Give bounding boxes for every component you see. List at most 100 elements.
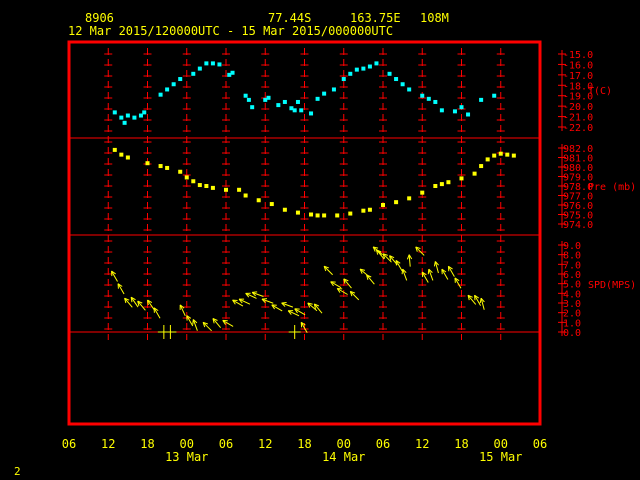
wind-arrow	[454, 277, 462, 289]
date-label: 14 Mar	[322, 450, 365, 464]
date-label: 13 Mar	[165, 450, 208, 464]
temperature-point	[204, 61, 209, 66]
pressure-series	[112, 147, 516, 218]
temperature-point	[191, 71, 196, 76]
temperature-point	[122, 120, 127, 125]
pressure-point	[184, 175, 189, 180]
temperature-tick-label: -21.0	[563, 113, 593, 124]
wind-arrow	[366, 274, 375, 285]
x-tick-label: 00	[180, 437, 194, 451]
wind-arrow	[330, 281, 342, 289]
elevation: 108M	[420, 11, 449, 25]
temperature-point	[407, 87, 412, 92]
temperature-axis-label: T(C)	[588, 86, 612, 97]
x-tick-label: 18	[454, 437, 468, 451]
wind-arrow	[212, 318, 222, 328]
temperature-point	[439, 108, 444, 113]
pressure-tick-label: 974.0	[563, 220, 593, 231]
pressure-point	[191, 179, 196, 184]
wind-arrow	[421, 271, 429, 283]
pressure-point	[367, 207, 372, 212]
temperature-point	[171, 82, 176, 87]
pressure-point	[112, 147, 117, 152]
x-tick-label: 12	[258, 437, 272, 451]
pressure-point	[446, 180, 451, 185]
temperature-point	[217, 62, 222, 67]
plot-frame	[67, 40, 542, 426]
pressure-point	[485, 157, 490, 162]
wind-arrow-head	[401, 269, 404, 275]
wind-arrow-head	[479, 298, 482, 304]
pressure-point	[439, 182, 444, 187]
x-tick-label: 06	[62, 437, 76, 451]
temperature-point	[165, 87, 170, 92]
pressure-point	[119, 152, 124, 157]
pressure-point	[145, 161, 150, 166]
pressure-point	[125, 155, 130, 160]
temperature-point	[348, 71, 353, 76]
pressure-point	[361, 208, 366, 213]
temperature-point	[492, 93, 497, 98]
wind-arrow	[336, 288, 348, 295]
temperature-point	[243, 93, 248, 98]
x-tick-label: 12	[415, 437, 429, 451]
wind-arrow	[427, 268, 434, 281]
wind-arrow	[415, 246, 425, 256]
pressure-point	[210, 185, 215, 190]
pressure-point	[479, 164, 484, 169]
pressure-point	[315, 213, 320, 218]
temperature-point	[479, 97, 484, 102]
wind-arrow-head	[427, 269, 430, 275]
temperature-point	[112, 110, 117, 115]
wind-arrow	[238, 298, 251, 305]
temperature-point	[354, 67, 359, 72]
pressure-point	[459, 176, 464, 181]
wind-arrow	[313, 303, 323, 314]
wind-arrow-head	[433, 261, 436, 267]
pressure-axis-label: Pre (mb)	[588, 182, 636, 193]
pressure-point	[237, 187, 242, 192]
pressure-point	[295, 210, 300, 215]
temperature-tick-label: -15.0	[563, 50, 593, 61]
temperature-point	[246, 97, 251, 102]
temperature-tick-label: -22.0	[563, 123, 593, 134]
wind-arrow	[147, 299, 155, 311]
wind-arrow-head	[192, 319, 194, 325]
temperature-point	[210, 61, 215, 66]
temperature-point	[322, 91, 327, 96]
x-tick-label: 00	[337, 437, 351, 451]
wind-arrow	[406, 254, 413, 267]
temperature-point	[295, 99, 300, 104]
wind-arrow	[300, 321, 308, 333]
temperature-point	[230, 70, 235, 75]
temperature-point	[132, 115, 137, 120]
x-tick-label: 18	[140, 437, 154, 451]
temperature-point	[315, 96, 320, 101]
temperature-tick-label: -17.0	[563, 71, 593, 82]
wind-arrow	[130, 296, 139, 308]
temperature-point	[426, 96, 431, 101]
x-axis: 06 12 18 00 06 12 18 00 06 12 18 00 06 13 Mar 14 Mar 15…	[62, 437, 547, 464]
temperature-point	[142, 110, 147, 115]
time-range: 12 Mar 2015/120000UTC - 15 Mar 2015/0000…	[68, 24, 394, 38]
pressure-point	[322, 213, 327, 218]
pressure-point	[269, 202, 274, 207]
wind-arrow	[447, 265, 455, 277]
pressure-point	[204, 184, 209, 188]
wind-arrow	[261, 298, 274, 304]
wind-arrow	[349, 290, 360, 301]
pressure-point	[394, 200, 399, 205]
x-tick-label: 06	[533, 437, 547, 451]
wind-arrow	[479, 297, 485, 310]
temperature-point	[387, 71, 392, 76]
x-tick-label: 12	[101, 437, 115, 451]
x-tick-label: 18	[297, 437, 311, 451]
temperature-point	[119, 115, 124, 120]
pressure-point	[224, 187, 228, 192]
wind-arrow	[153, 307, 161, 319]
pressure-point	[498, 151, 503, 156]
wind-arrow	[117, 283, 125, 295]
temperature-point	[400, 82, 405, 87]
pressure-point	[158, 164, 163, 169]
x-tick-label: 06	[376, 437, 390, 451]
